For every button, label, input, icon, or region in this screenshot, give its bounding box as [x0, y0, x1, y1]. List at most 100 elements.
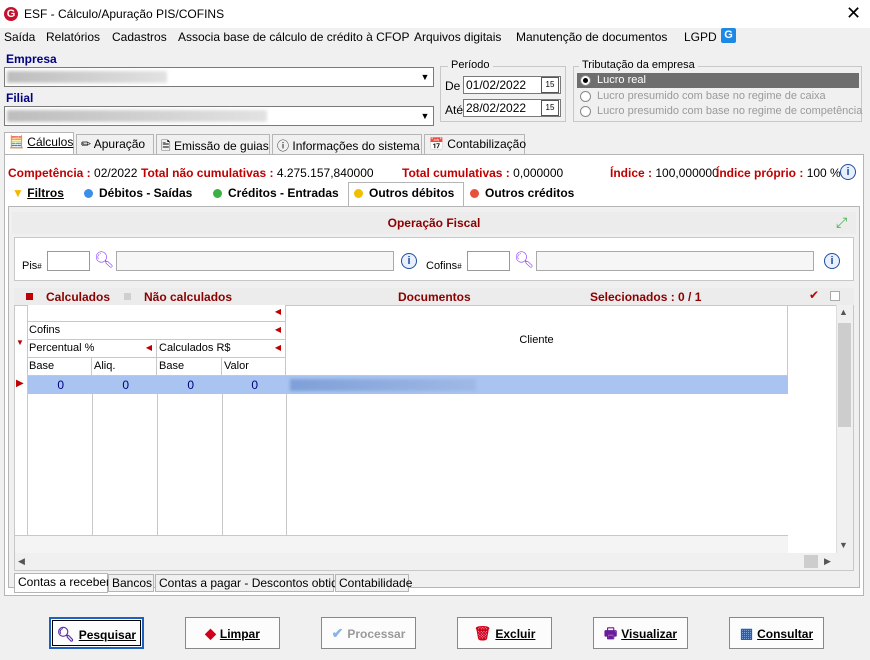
- limpar-button[interactable]: ◆ Limpar: [185, 617, 280, 649]
- radio-lucro-real[interactable]: [580, 75, 591, 86]
- calculados-legend: Calculados: [46, 290, 111, 304]
- cofins-input[interactable]: [467, 251, 510, 271]
- documentos-legend: Documentos: [398, 290, 471, 304]
- grid-line: [222, 376, 223, 535]
- cell-aliq: 0: [122, 378, 129, 392]
- info-icon[interactable]: i: [824, 253, 840, 269]
- expand-icon[interactable]: ⤢: [836, 214, 847, 230]
- grid-line: [286, 376, 287, 535]
- menu-saida[interactable]: Saída: [4, 30, 35, 44]
- excluir-button[interactable]: 🗑︎ Excluir: [457, 617, 552, 649]
- scroll-right-icon[interactable]: ▶: [824, 556, 831, 567]
- radio-presumido-competencia[interactable]: [580, 106, 591, 117]
- selecionados-count: Selecionados : 0 / 1: [590, 290, 702, 304]
- grid-hdr-cliente: Cliente: [286, 305, 788, 376]
- periodo-ate-label: Até: [445, 103, 464, 117]
- chevron-down-icon[interactable]: ▼: [417, 68, 433, 86]
- window-title: ESF - Cálculo/Apuração PIS/COFINS: [24, 7, 225, 21]
- check-all-icon[interactable]: ✔: [809, 288, 819, 302]
- scrollbar-thumb[interactable]: [838, 323, 851, 427]
- pis-description-field: [116, 251, 394, 271]
- search-icon[interactable]: 🔍︎: [94, 250, 114, 270]
- pis-label: Pis#: [22, 260, 42, 272]
- subtab-outros-debitos[interactable]: Outros débitos: [354, 184, 454, 204]
- app-logo-icon: G: [4, 7, 18, 21]
- grid-hdr-base2: Base: [157, 358, 222, 376]
- calendar-icon[interactable]: 15: [541, 77, 559, 93]
- processar-button[interactable]: ✔ Processar: [321, 617, 416, 649]
- menu-manutencao-documentos[interactable]: Manutenção de documentos: [516, 30, 667, 44]
- filial-blurred-value: [7, 110, 267, 122]
- scroll-up-icon[interactable]: ▲: [839, 307, 848, 317]
- subtab-filtros[interactable]: ▼ Filtros: [12, 184, 64, 204]
- chevron-down-icon[interactable]: ▼: [417, 107, 433, 125]
- info-icon[interactable]: i: [401, 253, 417, 269]
- info-icon: ⓘ: [277, 139, 290, 153]
- calculados-marker-icon: [26, 293, 33, 300]
- tab-contabilizacao[interactable]: 📅 Contabilização: [424, 134, 526, 154]
- scroll-down-icon[interactable]: ▼: [839, 540, 848, 550]
- operacao-fiscal-header: Operação Fiscal: [12, 212, 856, 234]
- calendar-icon: 📅: [429, 137, 444, 151]
- subtab-outros-creditos[interactable]: Outros créditos: [470, 184, 574, 204]
- radio-presumido-caixa[interactable]: [580, 91, 591, 102]
- menu-associa-base[interactable]: Associa base de cálculo de crédito à CFO…: [178, 30, 409, 44]
- consultar-button[interactable]: ▦ Consultar: [729, 617, 824, 649]
- yellow-dot-icon: [354, 189, 363, 198]
- sort-down-icon: ▼: [16, 338, 24, 347]
- subtab-creditos-entradas[interactable]: Créditos - Entradas: [213, 184, 339, 204]
- tab-informacoes-sistema[interactable]: ⓘ Informações do sistema: [272, 134, 422, 154]
- tab-apuracao[interactable]: ✏ Apuração: [76, 134, 154, 154]
- calendar-icon[interactable]: 15: [541, 100, 559, 116]
- menu-cadastros[interactable]: Cadastros: [112, 30, 167, 44]
- hscroll-thumb[interactable]: [804, 555, 818, 568]
- visualizar-button[interactable]: 🖶 Visualizar: [593, 617, 688, 649]
- pis-input[interactable]: [47, 251, 90, 271]
- info-icon[interactable]: i: [840, 164, 856, 180]
- subtab-debitos-saidas[interactable]: Débitos - Saídas: [84, 184, 192, 204]
- close-icon[interactable]: ✕: [846, 4, 861, 22]
- lgpd-icon[interactable]: G: [721, 28, 736, 43]
- edit-icon: ✏: [81, 137, 92, 151]
- blue-dot-icon: [84, 189, 93, 198]
- tab-calculos[interactable]: 🧮 Cálculos: [4, 132, 74, 154]
- uncheck-all-checkbox[interactable]: [830, 291, 840, 301]
- cell-valor: 0: [251, 378, 258, 392]
- pesquisar-button[interactable]: 🔍︎ Pesquisar: [49, 617, 144, 649]
- search-icon[interactable]: 🔍︎: [514, 250, 534, 270]
- empresa-combo[interactable]: ▼: [4, 67, 434, 87]
- cliente-blurred-value: [290, 379, 476, 391]
- filter-icon: ▼: [12, 186, 24, 200]
- grid-hdr-valor: Valor: [222, 358, 286, 376]
- indice: Índice : 100,000000: [610, 166, 719, 180]
- bottom-tab-contabilidade[interactable]: Contabilidade: [335, 574, 412, 592]
- menu-lgpd[interactable]: LGPD: [684, 30, 717, 44]
- horizontal-scrollbar[interactable]: [15, 553, 853, 570]
- filial-combo[interactable]: ▼: [4, 106, 434, 126]
- row-indicator-icon: ▶: [16, 378, 24, 389]
- option-lucro-real[interactable]: Lucro real: [597, 74, 646, 86]
- total-nao-cumulativas: Total não cumulativas : 4.275.157,840000: [141, 166, 374, 180]
- bottom-tab-contas-receber[interactable]: Contas a receber: [14, 573, 110, 593]
- empresa-blurred-value: [7, 71, 167, 83]
- grid-hdr-aliq: Aliq.: [92, 358, 157, 376]
- nao-calculados-marker-icon: [124, 293, 131, 300]
- menu-arquivos-digitais[interactable]: Arquivos digitais: [414, 30, 501, 44]
- filial-label: Filial: [6, 91, 34, 105]
- table-icon: ▦: [739, 625, 754, 641]
- tab-emissao-guias[interactable]: 🗎 Emissão de guias: [156, 134, 270, 154]
- grid-footer: [15, 535, 788, 553]
- tributacao-title: Tributação da empresa: [579, 59, 698, 71]
- green-dot-icon: [213, 189, 222, 198]
- search-icon: 🔍︎: [56, 626, 75, 642]
- scroll-left-icon[interactable]: ◀: [18, 556, 25, 567]
- periodo-de-label: De: [445, 79, 461, 93]
- bottom-tab-bancos[interactable]: Bancos: [108, 574, 154, 592]
- cofins-label: Cofins#: [426, 260, 462, 272]
- bottom-tab-contas-pagar[interactable]: Contas a pagar - Descontos obtidos: [155, 574, 350, 592]
- option-presumido-competencia[interactable]: Lucro presumido com base no regime de co…: [597, 105, 862, 117]
- option-presumido-caixa[interactable]: Lucro presumido com base no regime de ca…: [597, 90, 826, 102]
- trash-icon: 🗑︎: [473, 625, 492, 641]
- menu-relatorios[interactable]: Relatórios: [46, 30, 100, 44]
- document-icon: 🗎: [161, 139, 171, 153]
